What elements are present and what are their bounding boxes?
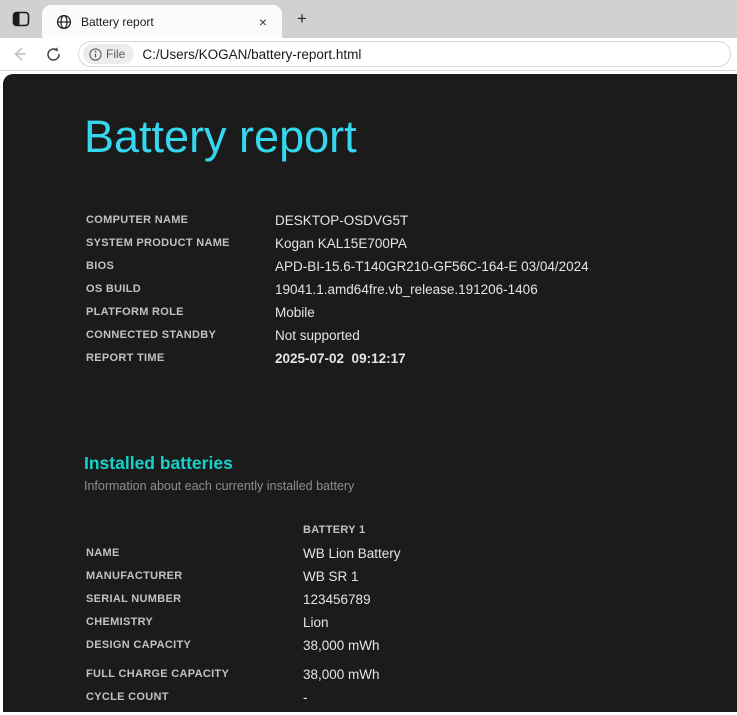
tab-actions-icon [11, 9, 31, 29]
field-value: 2025-07-02 09:12:17 [275, 347, 695, 370]
table-row: SYSTEM PRODUCT NAME Kogan KAL15E700PA [84, 232, 695, 255]
page-background: Battery report COMPUTER NAME DESKTOP-OSD… [0, 71, 737, 712]
table-row: FULL CHARGE CAPACITY 38,000 mWh [84, 657, 643, 686]
field-label: FULL CHARGE CAPACITY [84, 657, 303, 686]
field-label: OS BUILD [84, 278, 275, 301]
table-row: SERIAL NUMBER 123456789 [84, 588, 643, 611]
page-title: Battery report [84, 114, 737, 159]
table-row: CYCLE COUNT - [84, 686, 643, 709]
field-value: Mobile [275, 301, 695, 324]
globe-icon [56, 14, 72, 30]
refresh-icon [45, 46, 62, 63]
table-row: MANUFACTURER WB SR 1 [84, 565, 643, 588]
battery-column-header: BATTERY 1 [303, 519, 643, 542]
table-row: OS BUILD 19041.1.amd64fre.vb_release.191… [84, 278, 695, 301]
field-value: Kogan KAL15E700PA [275, 232, 695, 255]
address-bar[interactable]: File C:/Users/KOGAN/battery-report.html [78, 41, 731, 67]
field-value: - [303, 686, 643, 709]
table-row: NAME WB Lion Battery [84, 542, 643, 565]
browser-toolbar: File C:/Users/KOGAN/battery-report.html [0, 38, 737, 71]
field-value: 19041.1.amd64fre.vb_release.191206-1406 [275, 278, 695, 301]
field-label: SYSTEM PRODUCT NAME [84, 232, 275, 255]
info-icon [89, 48, 102, 61]
field-label: DESIGN CAPACITY [84, 634, 303, 657]
field-value: Not supported [275, 324, 695, 347]
empty-cell [84, 519, 303, 542]
browser-tab[interactable]: Battery report × [42, 5, 282, 38]
field-value: DESKTOP-OSDVG5T [275, 209, 695, 232]
field-label: NAME [84, 542, 303, 565]
refresh-button[interactable] [40, 41, 66, 67]
tab-title: Battery report [81, 15, 254, 29]
field-label: PLATFORM ROLE [84, 301, 275, 324]
system-info-table: COMPUTER NAME DESKTOP-OSDVG5T SYSTEM PRO… [84, 209, 695, 370]
battery-report-page: Battery report COMPUTER NAME DESKTOP-OSD… [3, 74, 737, 712]
back-arrow-icon [10, 45, 28, 63]
field-value: 38,000 mWh [303, 634, 643, 657]
table-row: PLATFORM ROLE Mobile [84, 301, 695, 324]
url-text[interactable]: C:/Users/KOGAN/battery-report.html [142, 47, 361, 62]
field-label: MANUFACTURER [84, 565, 303, 588]
field-value: 38,000 mWh [303, 657, 643, 686]
table-row: REPORT TIME 2025-07-02 09:12:17 [84, 347, 695, 370]
installed-batteries-subtitle: Information about each currently install… [84, 477, 737, 495]
table-header-row: BATTERY 1 [84, 519, 643, 542]
field-label: CONNECTED STANDBY [84, 324, 275, 347]
table-row: COMPUTER NAME DESKTOP-OSDVG5T [84, 209, 695, 232]
field-label: SERIAL NUMBER [84, 588, 303, 611]
field-label: REPORT TIME [84, 347, 275, 370]
field-label: CHEMISTRY [84, 611, 303, 634]
tab-strip: Battery report × + [0, 0, 737, 38]
field-value: 123456789 [303, 588, 643, 611]
back-button[interactable] [6, 41, 32, 67]
table-row: CONNECTED STANDBY Not supported [84, 324, 695, 347]
field-value: Lion [303, 611, 643, 634]
field-value: WB SR 1 [303, 565, 643, 588]
field-label: BIOS [84, 255, 275, 278]
tab-close-icon[interactable]: × [254, 13, 272, 31]
field-label: CYCLE COUNT [84, 686, 303, 709]
table-row: BIOS APD-BI-15.6-T140GR210-GF56C-164-E 0… [84, 255, 695, 278]
field-label: COMPUTER NAME [84, 209, 275, 232]
tab-actions-button[interactable] [9, 7, 33, 31]
table-row: CHEMISTRY Lion [84, 611, 643, 634]
installed-batteries-heading: Installed batteries [84, 452, 737, 474]
new-tab-button[interactable]: + [291, 8, 313, 30]
field-value: WB Lion Battery [303, 542, 643, 565]
file-scheme-label: File [106, 47, 125, 61]
table-row: DESIGN CAPACITY 38,000 mWh [84, 634, 643, 657]
field-value: APD-BI-15.6-T140GR210-GF56C-164-E 03/04/… [275, 255, 695, 278]
file-scheme-chip[interactable]: File [83, 44, 134, 64]
installed-batteries-table: BATTERY 1 NAME WB Lion Battery MANUFACTU… [84, 519, 643, 709]
